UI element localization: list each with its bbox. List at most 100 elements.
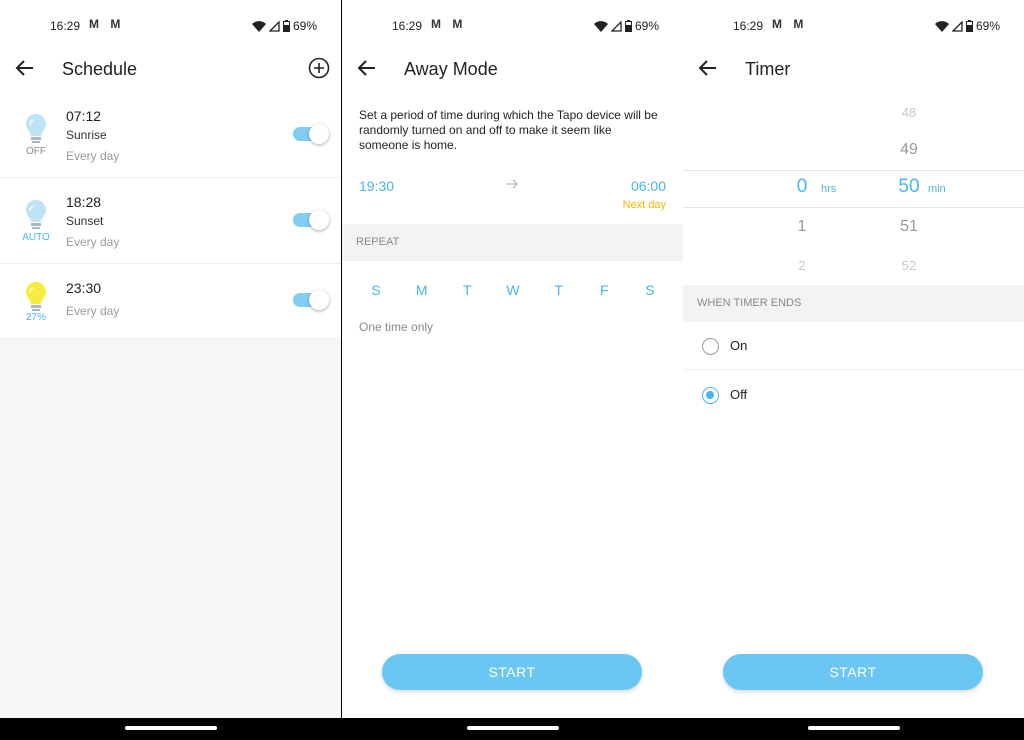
gmail-icons: M M [772, 17, 808, 31]
gmail-icons: M M [431, 17, 467, 31]
hrs-unit: hrs [821, 183, 837, 195]
status-bar: 16:29 M M 69% [0, 0, 341, 50]
day-saturday[interactable]: S [640, 282, 660, 298]
empty-area [0, 337, 341, 718]
signal-icon [610, 20, 622, 32]
battery-percent: 69% [975, 19, 1000, 33]
time-picker[interactable]: 0 hrs 1 2 48 49 50 min 51 52 [683, 92, 1024, 284]
schedule-repeat: Every day [66, 235, 120, 249]
toggle-knob [309, 210, 329, 230]
status-time: 16:29 [733, 19, 764, 33]
home-handle[interactable] [124, 726, 217, 730]
status-time: 16:29 [392, 19, 423, 33]
schedule-item[interactable]: OFF 07:12 Sunrise Every day [0, 92, 341, 178]
app-bar: Timer [683, 50, 1024, 90]
bulb-state-label: OFF [26, 146, 46, 157]
day-tuesday[interactable]: T [457, 282, 477, 298]
day-wednesday[interactable]: W [503, 282, 523, 298]
bulb-auto-icon [26, 200, 46, 229]
minutes-next[interactable]: 51 [889, 218, 929, 236]
schedule-toggle[interactable] [293, 210, 329, 230]
radio-label: On [730, 338, 748, 353]
end-time[interactable]: 06:00 [631, 178, 666, 194]
status-right: 69% [934, 19, 1000, 33]
schedule-time: 23:30 [66, 280, 102, 296]
schedule-repeat: Every day [66, 149, 120, 163]
schedule-item[interactable]: 27% 23:30 Every day [0, 264, 341, 336]
add-circle-icon[interactable] [308, 57, 330, 79]
battery-icon [965, 20, 973, 32]
weekday-selector: S M T W T F S [366, 282, 660, 298]
bulb-off-icon [26, 114, 46, 143]
home-handle[interactable] [466, 726, 559, 730]
minutes-next2[interactable]: 52 [889, 258, 929, 273]
radio-option-on[interactable]: On [683, 322, 1024, 370]
schedule-list: OFF 07:12 Sunrise Every day AUTO 18:28 S… [0, 92, 341, 336]
page-title: Schedule [62, 59, 138, 79]
gmail-icons: M M [89, 17, 125, 31]
hours-next[interactable]: 1 [782, 218, 822, 236]
status-bar: 16:29 M M 69% [683, 0, 1024, 50]
day-monday[interactable]: M [412, 282, 432, 298]
status-bar: 16:29 M M 69% [342, 0, 683, 50]
home-handle[interactable] [807, 726, 900, 730]
schedule-repeat: Every day [66, 304, 120, 318]
app-bar: Away Mode [342, 50, 683, 90]
signal-icon [268, 20, 280, 32]
arrow-right-icon [506, 179, 518, 189]
away-description: Set a period of time during which the Ta… [359, 108, 658, 152]
status-time: 16:29 [50, 19, 81, 33]
minutes-selected[interactable]: 50 [889, 176, 929, 198]
hours-selected[interactable]: 0 [782, 176, 822, 198]
gesture-navbar [342, 718, 683, 740]
radio-label: Off [730, 387, 748, 402]
gesture-navbar [0, 718, 341, 740]
schedule-toggle[interactable] [293, 290, 329, 310]
battery-percent: 69% [634, 19, 659, 33]
start-time[interactable]: 19:30 [359, 178, 394, 194]
next-day-label: Next day [622, 199, 666, 211]
battery-icon [624, 20, 632, 32]
toggle-knob [309, 290, 329, 310]
day-sunday[interactable]: S [366, 282, 386, 298]
wifi-icon [593, 20, 608, 32]
battery-percent: 69% [292, 19, 317, 33]
back-arrow-icon[interactable] [356, 57, 378, 79]
hours-next2[interactable]: 2 [782, 258, 822, 273]
schedule-time: 07:12 [66, 108, 102, 124]
day-friday[interactable]: F [594, 282, 614, 298]
wifi-icon [251, 20, 266, 32]
toggle-knob [309, 124, 329, 144]
start-button[interactable]: START [723, 654, 983, 690]
radio-button[interactable] [702, 338, 719, 355]
schedule-toggle[interactable] [293, 124, 329, 144]
status-right: 69% [251, 19, 317, 33]
minutes-prev2[interactable]: 48 [889, 105, 929, 120]
back-arrow-icon[interactable] [14, 57, 36, 79]
schedule-name: Sunset [66, 214, 104, 228]
schedule-item[interactable]: AUTO 18:28 Sunset Every day [0, 178, 341, 264]
bulb-state-label: AUTO [22, 232, 50, 243]
gesture-navbar [683, 718, 1024, 740]
start-button[interactable]: START [382, 654, 642, 690]
repeat-header: REPEAT [342, 224, 683, 261]
minutes-prev[interactable]: 49 [889, 141, 929, 159]
battery-icon [282, 20, 290, 32]
picker-selection-band [683, 170, 1024, 208]
schedule-name: Sunrise [66, 128, 107, 142]
radio-option-off[interactable]: Off [683, 371, 1024, 419]
one-time-label: One time only [359, 320, 434, 334]
back-arrow-icon[interactable] [697, 57, 719, 79]
timer-ends-header: WHEN TIMER ENDS [683, 285, 1024, 322]
radio-button-checked[interactable] [702, 387, 719, 404]
page-title: Timer [745, 59, 791, 79]
timer-screen: 16:29 M M 69% Timer 0 hrs 1 2 48 49 50 m… [683, 0, 1024, 740]
day-thursday[interactable]: T [549, 282, 569, 298]
page-title: Away Mode [404, 59, 498, 79]
away-mode-screen: 16:29 M M 69% Away Mode Set a period of … [342, 0, 683, 740]
status-right: 69% [593, 19, 659, 33]
schedule-time: 18:28 [66, 194, 102, 210]
bulb-state-label: 27% [25, 312, 46, 323]
app-bar: Schedule [0, 50, 341, 90]
wifi-icon [934, 20, 949, 32]
